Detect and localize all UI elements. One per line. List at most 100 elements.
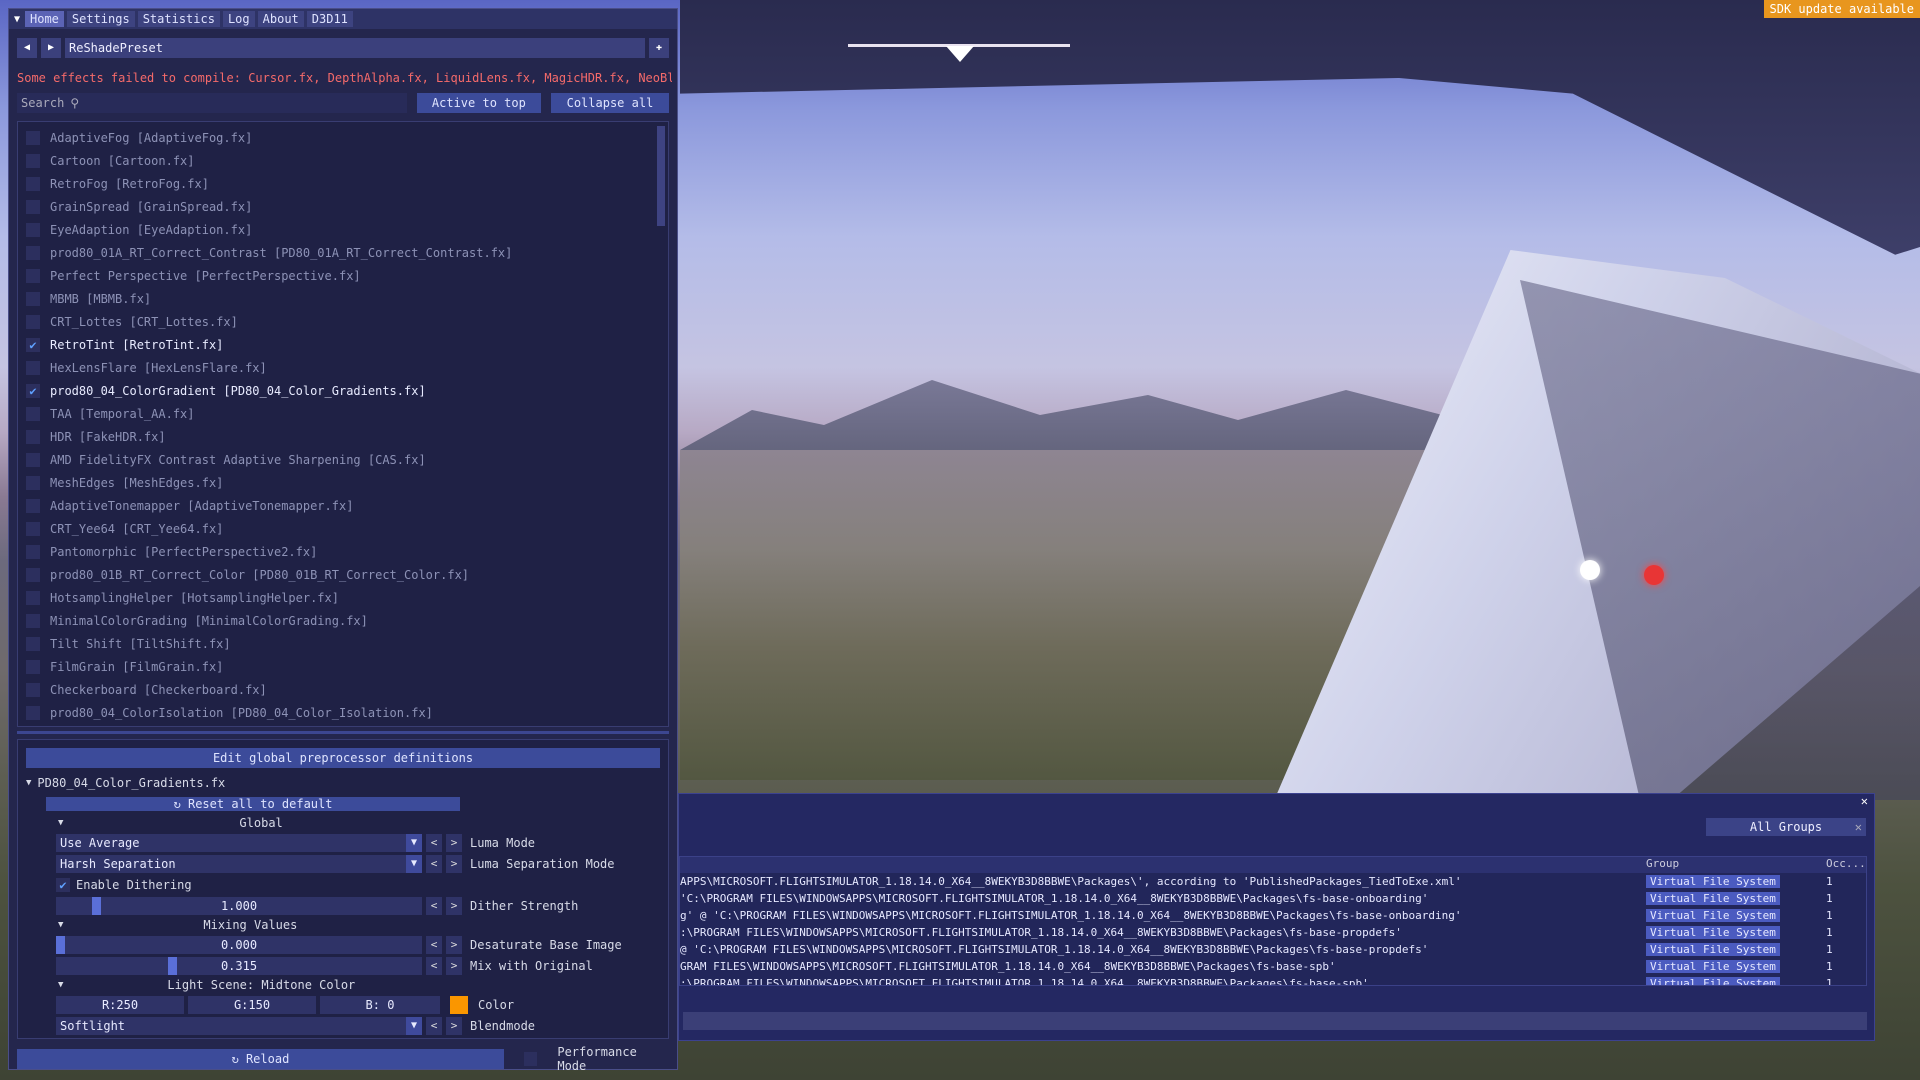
desaturate-prev-button[interactable]: < — [426, 935, 442, 954]
effect-item[interactable]: ✔ prod80_04_ColorGradient [PD80_04_Color_… — [18, 379, 668, 402]
slider-knob[interactable] — [56, 935, 65, 954]
dithering-checkbox[interactable]: ✔ — [56, 877, 70, 892]
luma-separation-combo[interactable]: Harsh Separation ▼ — [56, 854, 422, 873]
performance-mode-checkbox[interactable] — [523, 1052, 538, 1066]
close-icon[interactable]: ✕ — [1861, 794, 1868, 808]
mix-original-slider[interactable]: 0.315 — [56, 956, 422, 975]
log-command-input[interactable] — [683, 1012, 1867, 1030]
search-input[interactable]: Search ⚲ — [17, 93, 407, 113]
effect-checkbox[interactable] — [26, 268, 40, 283]
log-row[interactable]: GRAM FILES\WINDOWSAPPS\MICROSOFT.FLIGHTS… — [680, 958, 1866, 975]
global-arrow-icon[interactable]: ▼ — [58, 818, 63, 828]
next-preset-button[interactable]: ▶ — [41, 38, 61, 58]
tab-statistics[interactable]: Statistics — [137, 11, 220, 27]
effect-checkbox[interactable] — [26, 613, 40, 628]
desaturate-next-button[interactable]: > — [446, 935, 462, 954]
log-row[interactable]: 'C:\PROGRAM FILES\WINDOWSAPPS\MICROSOFT.… — [680, 890, 1866, 907]
group-column-header[interactable]: Group — [1642, 857, 1818, 873]
color-b-field[interactable]: B: 0 — [320, 995, 440, 1014]
blendmode-prev-button[interactable]: < — [426, 1016, 442, 1035]
occ-column-header[interactable]: Occ... — [1818, 857, 1866, 873]
effect-checkbox[interactable] — [26, 130, 40, 145]
expand-arrow-icon[interactable]: ▼ — [26, 778, 31, 788]
log-row[interactable]: g' @ 'C:\PROGRAM FILES\WINDOWSAPPS\MICRO… — [680, 907, 1866, 924]
tab-log[interactable]: Log — [222, 11, 255, 27]
effect-checkbox[interactable] — [26, 245, 40, 260]
effect-checkbox[interactable] — [26, 521, 40, 536]
global-header[interactable]: Global — [239, 816, 282, 830]
effect-checkbox[interactable] — [26, 406, 40, 421]
desaturate-slider[interactable]: 0.000 — [56, 935, 422, 954]
previous-preset-button[interactable]: ◀ — [17, 38, 37, 58]
reload-button[interactable]: ↻ Reload — [17, 1049, 504, 1069]
color-g-field[interactable]: G:150 — [188, 995, 316, 1014]
effect-item[interactable]: RetroFog [RetroFog.fx] — [18, 172, 668, 195]
luma-mode-next-button[interactable]: > — [446, 833, 462, 852]
effect-item[interactable]: CRT_Yee64 [CRT_Yee64.fx] — [18, 517, 668, 540]
effect-item[interactable]: prod80_04_ColorIsolation [PD80_04_Color_… — [18, 701, 668, 724]
effect-checkbox[interactable] — [26, 590, 40, 605]
effect-checkbox[interactable] — [26, 222, 40, 237]
effect-checkbox[interactable]: ✔ — [26, 337, 40, 352]
slider-knob[interactable] — [92, 896, 101, 915]
effect-item[interactable]: Pantomorphic [PerfectPerspective2.fx] — [18, 540, 668, 563]
effect-item[interactable]: GrainSpread [GrainSpread.fx] — [18, 195, 668, 218]
effect-checkbox[interactable] — [26, 199, 40, 214]
mix-original-prev-button[interactable]: < — [426, 956, 442, 975]
slider-knob[interactable] — [168, 956, 177, 975]
effect-item[interactable]: EyeAdaption [EyeAdaption.fx] — [18, 218, 668, 241]
luma-separation-next-button[interactable]: > — [446, 854, 462, 873]
effect-item[interactable]: MBMB [MBMB.fx] — [18, 287, 668, 310]
collapse-all-button[interactable]: Collapse all — [550, 93, 670, 113]
light-scene-header[interactable]: Light Scene: Midtone Color — [167, 978, 355, 992]
effect-checkbox[interactable] — [26, 291, 40, 306]
log-row[interactable]: APPS\MICROSOFT.FLIGHTSIMULATOR_1.18.14.0… — [680, 873, 1866, 890]
active-to-top-button[interactable]: Active to top — [416, 93, 541, 113]
tab-home[interactable]: Home — [25, 11, 64, 27]
effect-item[interactable]: HotsamplingHelper [HotsamplingHelper.fx] — [18, 586, 668, 609]
luma-mode-prev-button[interactable]: < — [426, 833, 442, 852]
effect-item[interactable]: Cartoon [Cartoon.fx] — [18, 149, 668, 172]
effect-file-header[interactable]: PD80_04_Color_Gradients.fx — [37, 776, 225, 790]
effect-item[interactable]: CRT_Lottes [CRT_Lottes.fx] — [18, 310, 668, 333]
effect-item[interactable]: MeshEdges [MeshEdges.fx] — [18, 471, 668, 494]
color-r-field[interactable]: R:250 — [56, 995, 184, 1014]
effect-checkbox[interactable] — [26, 544, 40, 559]
add-preset-button[interactable]: ✚ — [649, 38, 669, 58]
panel-splitter[interactable] — [17, 731, 669, 734]
mixing-values-header[interactable]: Mixing Values — [203, 918, 297, 932]
effect-checkbox[interactable] — [26, 176, 40, 191]
blendmode-combo[interactable]: Softlight ▼ — [56, 1016, 422, 1035]
effect-item[interactable]: Tilt Shift [TiltShift.fx] — [18, 632, 668, 655]
effect-checkbox[interactable] — [26, 498, 40, 513]
effect-checkbox[interactable] — [26, 636, 40, 651]
log-row[interactable]: :\PROGRAM FILES\WINDOWSAPPS\MICROSOFT.FL… — [680, 924, 1866, 941]
effect-item[interactable]: ✔ RetroTint [RetroTint.fx] — [18, 333, 668, 356]
log-groups-filter[interactable]: All Groups ✕ — [1706, 818, 1866, 836]
clear-filter-icon[interactable]: ✕ — [1855, 818, 1862, 836]
effect-item[interactable]: Checkerboard [Checkerboard.fx] — [18, 678, 668, 701]
effect-checkbox[interactable] — [26, 153, 40, 168]
luma-mode-combo[interactable]: Use Average ▼ — [56, 833, 422, 852]
effect-item[interactable]: MinimalColorGrading [MinimalColorGrading… — [18, 609, 668, 632]
effect-checkbox[interactable] — [26, 360, 40, 375]
effect-item[interactable]: AdaptiveTonemapper [AdaptiveTonemapper.f… — [18, 494, 668, 517]
effect-checkbox[interactable] — [26, 567, 40, 582]
tab-d3d11[interactable]: D3D11 — [306, 11, 353, 27]
effect-checkbox[interactable] — [26, 429, 40, 444]
light-scene-arrow-icon[interactable]: ▼ — [58, 980, 63, 990]
effect-checkbox[interactable] — [26, 682, 40, 697]
effect-item[interactable]: FilmGrain [FilmGrain.fx] — [18, 655, 668, 678]
mix-original-next-button[interactable]: > — [446, 956, 462, 975]
effect-list-scrollbar[interactable] — [657, 126, 665, 226]
log-row[interactable]: :\PROGRAM FILES\WINDOWSAPPS\MICROSOFT.FL… — [680, 975, 1866, 985]
log-row[interactable]: @ 'C:\PROGRAM FILES\WINDOWSAPPS\MICROSOF… — [680, 941, 1866, 958]
effect-checkbox[interactable] — [26, 659, 40, 674]
effect-checkbox[interactable] — [26, 452, 40, 467]
collapse-arrow-icon[interactable]: ▼ — [9, 14, 25, 25]
effect-item[interactable]: HDR [FakeHDR.fx] — [18, 425, 668, 448]
dither-strength-next-button[interactable]: > — [446, 896, 462, 915]
effect-item[interactable]: TAA [Temporal_AA.fx] — [18, 402, 668, 425]
dither-strength-slider[interactable]: 1.000 — [56, 896, 422, 915]
effect-checkbox[interactable]: ✔ — [26, 383, 40, 398]
